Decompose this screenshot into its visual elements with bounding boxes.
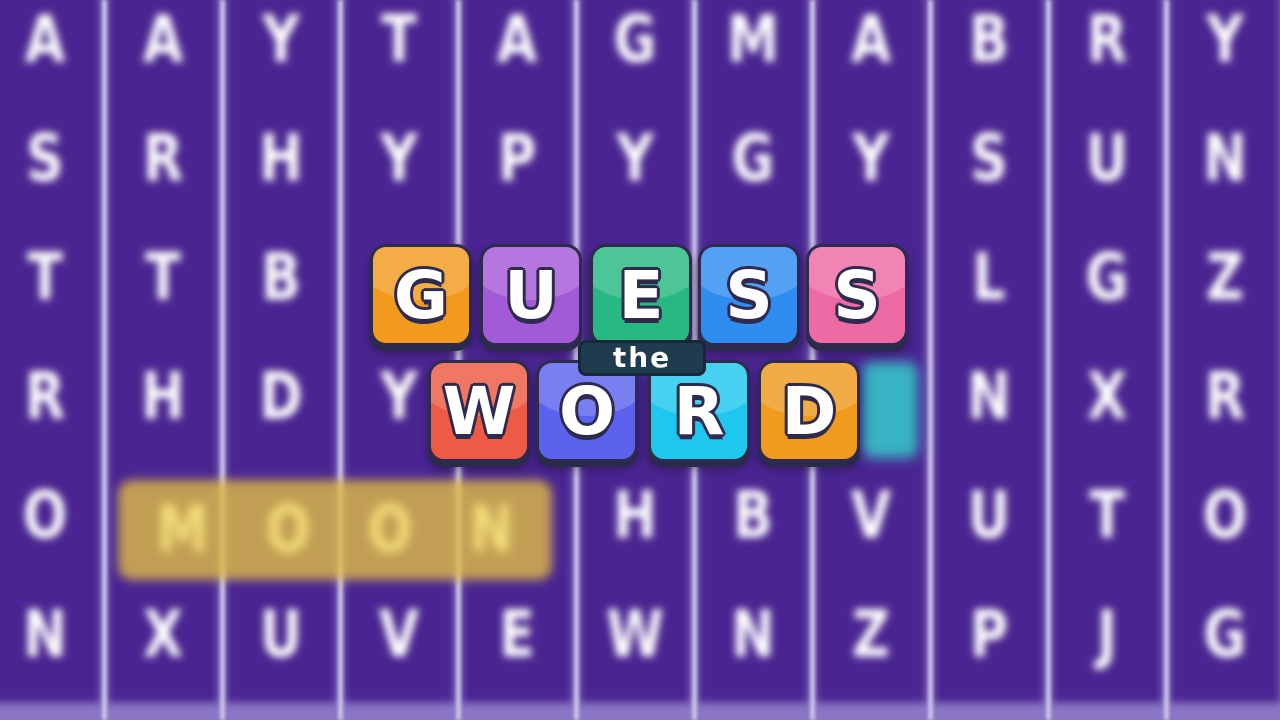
- grid-cell: P: [934, 567, 1044, 703]
- logo-tile-d: D: [758, 360, 860, 462]
- grid-cell: S: [934, 91, 1044, 227]
- grid-cell: N: [698, 567, 808, 703]
- grid-cell: N: [0, 567, 100, 703]
- highlight-letter: O: [266, 492, 311, 568]
- logo-tile-e: E: [590, 244, 692, 346]
- grid-cell: N: [934, 329, 1044, 465]
- grid-cell: U: [226, 567, 336, 703]
- grid-cell: L: [934, 210, 1044, 346]
- grid-cell: T: [1052, 448, 1162, 584]
- grid-cell: G: [1170, 567, 1280, 703]
- logo-tile-s1: S: [698, 244, 800, 346]
- grid-cell: H: [108, 329, 218, 465]
- grid-cell: G: [698, 91, 808, 227]
- grid-cell: Z: [1170, 210, 1280, 346]
- logo-letter: G: [393, 256, 449, 334]
- grid-cell: Y: [816, 91, 926, 227]
- logo-letter: E: [618, 256, 664, 334]
- logo-the-badge: the: [578, 340, 706, 376]
- grid-cell: V: [344, 567, 454, 703]
- grid-cell: X: [1052, 329, 1162, 465]
- grid-cell: P: [462, 91, 572, 227]
- grid-cell: V: [816, 448, 926, 584]
- grid-cell: Y: [344, 91, 454, 227]
- grid-cell: O: [0, 448, 100, 584]
- grid-cell: T: [0, 210, 100, 346]
- highlight-letter: N: [469, 492, 514, 568]
- grid-cell: U: [934, 448, 1044, 584]
- highlight-letter: O: [367, 492, 413, 568]
- logo-tile-g: G: [370, 244, 472, 346]
- grid-cell: G: [1052, 210, 1162, 346]
- grid-cell: S: [0, 91, 100, 227]
- logo-letter: W: [442, 372, 516, 450]
- grid-cell: E: [462, 567, 572, 703]
- logo-letter: D: [781, 372, 837, 450]
- grid-cell: H: [226, 91, 336, 227]
- grid-cell: B: [698, 448, 808, 584]
- logo-letter: S: [725, 256, 773, 334]
- logo-tile-u: U: [480, 244, 582, 346]
- logo-letter: S: [833, 256, 881, 334]
- grid-cell: R: [0, 329, 100, 465]
- logo-tile-w: W: [428, 360, 530, 462]
- grid-cell: Z: [816, 567, 926, 703]
- found-word-highlight: M O O N: [118, 480, 552, 580]
- guess-the-word-logo: G U E S S the W O R D: [370, 244, 910, 466]
- grid-cell: W: [580, 567, 690, 703]
- grid-cell: X: [108, 567, 218, 703]
- logo-letter: U: [504, 256, 558, 334]
- grid-cell: B: [226, 210, 336, 346]
- logo-letter: O: [558, 372, 616, 450]
- logo-letter: R: [673, 372, 725, 450]
- grid-cell: U: [1052, 91, 1162, 227]
- grid-cell: R: [1170, 329, 1280, 465]
- logo-tile-s2: S: [806, 244, 908, 346]
- grid-cell: Y: [580, 91, 690, 227]
- grid-cell: N: [1170, 91, 1280, 227]
- grid-cell: R: [108, 91, 218, 227]
- grid-cell: J: [1052, 567, 1162, 703]
- grid-cell: H: [580, 448, 690, 584]
- game-title-screen: AAYTAGMABRYSRHYPYGYSUNTTBLGZRHDYNXROHBVU…: [0, 0, 1280, 720]
- grid-cell: O: [1170, 448, 1280, 584]
- highlight-letter: M: [156, 492, 209, 568]
- grid-cell: D: [226, 329, 336, 465]
- grid-cell: T: [108, 210, 218, 346]
